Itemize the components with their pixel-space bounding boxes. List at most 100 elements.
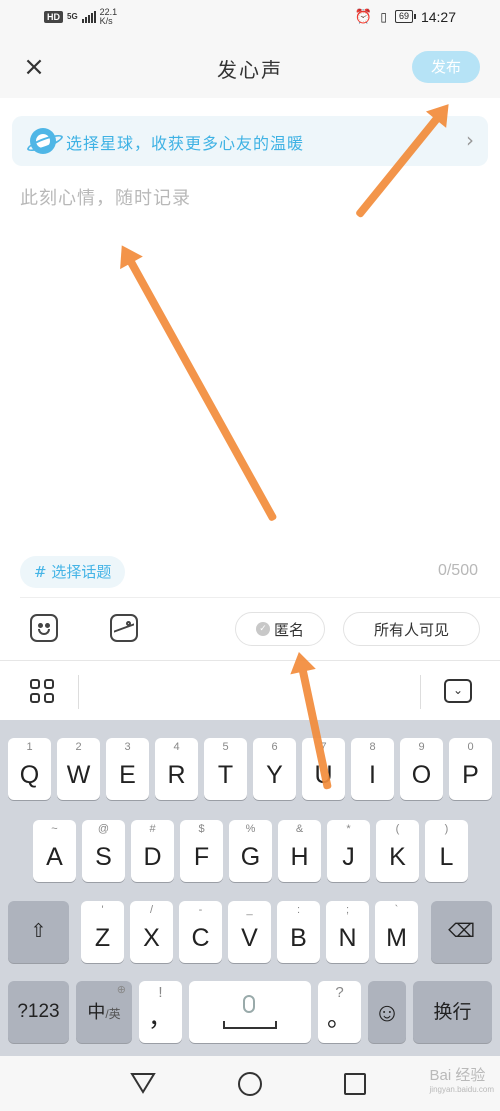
microphone-icon xyxy=(243,995,255,1013)
key-c[interactable]: -C xyxy=(179,901,222,963)
key-label: I xyxy=(369,761,376,789)
key-r[interactable]: 4R xyxy=(155,738,198,800)
choose-topic-button[interactable]: # 选择话题 xyxy=(20,556,126,588)
chevron-right-icon: › xyxy=(466,128,474,152)
period-key[interactable]: ? 。 xyxy=(318,981,361,1043)
key-hint: $ xyxy=(198,823,205,835)
shift-key[interactable]: ⇧ xyxy=(8,901,69,963)
key-hint: # xyxy=(149,823,156,835)
key-k[interactable]: (K xyxy=(376,820,419,882)
key-hint: 9 xyxy=(418,741,425,753)
navigation-bar: Bai 经验 jingyan.baidu.com xyxy=(0,1056,500,1111)
emoji-key[interactable]: ☺ xyxy=(368,981,406,1043)
anonymous-toggle[interactable]: ✓ 匿名 xyxy=(235,612,325,646)
battery-icon: 69 xyxy=(394,10,416,23)
numbers-key[interactable]: ?123 xyxy=(8,981,69,1043)
check-icon: ✓ xyxy=(255,622,270,636)
key-o[interactable]: 9O xyxy=(400,738,443,800)
backspace-icon: ⌫ xyxy=(448,921,475,942)
signal-icon xyxy=(81,11,96,23)
backspace-key[interactable]: ⌫ xyxy=(431,901,492,963)
emoji-icon[interactable] xyxy=(30,614,58,642)
key-a[interactable]: ~ A xyxy=(33,820,76,882)
network-type: 5G xyxy=(67,12,78,21)
comma-label: ， xyxy=(147,1004,173,1032)
key-l[interactable]: ) L xyxy=(425,820,468,882)
key-s[interactable]: @ S xyxy=(82,820,125,882)
key-label: Q xyxy=(19,761,40,789)
key-y[interactable]: 6Y xyxy=(253,738,296,800)
key-hint: 8 xyxy=(369,741,376,753)
language-key-label: 中/英 xyxy=(87,1002,121,1022)
key-hint: 3 xyxy=(124,741,131,753)
key-label: G xyxy=(240,843,261,871)
key-g[interactable]: % G xyxy=(229,820,272,882)
numbers-key-label: ?123 xyxy=(17,1001,60,1022)
key-v[interactable]: _ V xyxy=(228,901,271,963)
image-icon[interactable] xyxy=(110,614,138,642)
grid-menu-icon[interactable] xyxy=(30,679,54,703)
back-icon[interactable] xyxy=(130,1072,156,1094)
key-label: P xyxy=(462,761,479,789)
key-e[interactable]: 3E xyxy=(106,738,149,800)
tool-row: ✓ 匿名 所有人可见 xyxy=(0,598,500,658)
key-hint: * xyxy=(346,823,351,835)
period-hint: ? xyxy=(335,984,344,1001)
key-hint: 2 xyxy=(75,741,82,753)
alarm-icon: ⏰ xyxy=(354,8,373,24)
key-x[interactable]: / X xyxy=(130,901,173,963)
language-key[interactable]: ⊕ 中/英 xyxy=(76,981,132,1043)
key-label: E xyxy=(119,761,136,789)
key-q[interactable]: 1Q xyxy=(8,738,51,800)
key-hint: & xyxy=(295,823,304,835)
key-label: M xyxy=(386,924,407,952)
key-d[interactable]: # D xyxy=(131,820,174,882)
recent-apps-icon[interactable] xyxy=(344,1073,366,1095)
key-w[interactable]: 2W xyxy=(57,738,100,800)
key-label: L xyxy=(439,843,454,871)
space-key[interactable] xyxy=(189,981,311,1043)
key-m[interactable]: ` M xyxy=(375,901,418,963)
key-hint: ; xyxy=(345,904,350,916)
key-hint: ~ xyxy=(51,823,58,835)
key-i[interactable]: 8I xyxy=(351,738,394,800)
key-label: V xyxy=(241,924,258,952)
emoji-key-icon: ☺ xyxy=(373,997,401,1027)
key-p[interactable]: 0P xyxy=(449,738,492,800)
key-label: W xyxy=(66,761,91,789)
key-hint: : xyxy=(296,904,301,916)
enter-key[interactable]: 换行 xyxy=(413,981,492,1043)
home-icon[interactable] xyxy=(238,1072,262,1096)
network-speed: 22.1 K/s xyxy=(100,8,118,26)
key-hint: % xyxy=(245,823,256,835)
key-t[interactable]: 5T xyxy=(204,738,247,800)
key-label: J xyxy=(342,843,355,871)
visibility-button[interactable]: 所有人可见 xyxy=(343,612,480,646)
key-hint: ' xyxy=(101,904,104,916)
key-label: Y xyxy=(266,761,283,789)
key-label: D xyxy=(143,843,162,871)
key-j[interactable]: * J xyxy=(327,820,370,882)
key-z[interactable]: ' Z xyxy=(81,901,124,963)
keyboard-hide-icon[interactable]: ⌄ xyxy=(444,679,472,703)
toolbar-separator xyxy=(78,675,79,709)
toolbar-separator xyxy=(420,675,421,709)
key-h[interactable]: & H xyxy=(278,820,321,882)
comma-key[interactable]: ! ， xyxy=(139,981,182,1043)
key-label: Z xyxy=(94,924,111,952)
key-label: H xyxy=(290,843,309,871)
status-right: ⏰ ▯ 69 14:27 xyxy=(355,8,456,25)
key-label: A xyxy=(46,843,63,871)
key-hint: 6 xyxy=(271,741,278,753)
header: × 发心声 发布 xyxy=(0,36,500,98)
key-n[interactable]: ; N xyxy=(326,901,369,963)
space-bar-icon xyxy=(223,1021,277,1029)
key-f[interactable]: $ F xyxy=(180,820,223,882)
key-hint: ( xyxy=(395,823,400,835)
keyboard-toolbar: ⌄ xyxy=(0,660,500,720)
key-label: R xyxy=(167,761,186,789)
shift-icon: ⇧ xyxy=(30,921,47,942)
hd-badge: HD xyxy=(44,11,63,23)
publish-button[interactable]: 发布 xyxy=(412,51,480,83)
key-b[interactable]: :B xyxy=(277,901,320,963)
